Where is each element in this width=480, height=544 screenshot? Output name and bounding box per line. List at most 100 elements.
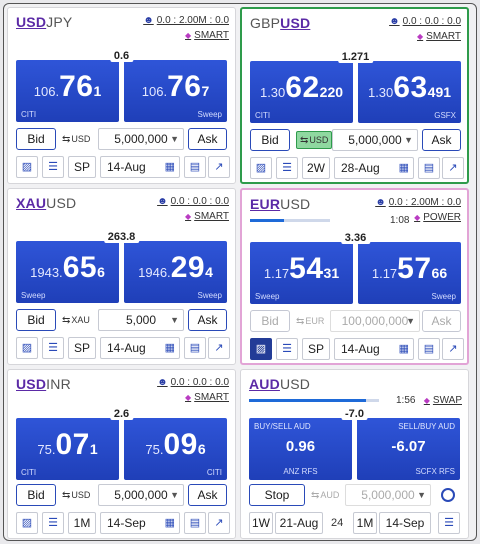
currency-pair[interactable]: XAUUSD bbox=[16, 195, 76, 211]
tenor-select[interactable]: SP bbox=[302, 338, 330, 360]
calendar-icon[interactable]: ▦ bbox=[399, 158, 409, 178]
venue-link[interactable]: ◆ SMART bbox=[185, 392, 229, 403]
tenor-select[interactable]: SP bbox=[68, 337, 96, 359]
popout-icon[interactable]: ↗ bbox=[208, 512, 230, 534]
radio-circle-icon[interactable] bbox=[441, 488, 455, 502]
near-tenor-select[interactable]: 1W bbox=[249, 512, 273, 534]
calendar-icon[interactable]: ▦ bbox=[165, 338, 175, 358]
tenor-select[interactable]: SP bbox=[68, 156, 96, 178]
bid-button[interactable]: Bid bbox=[16, 309, 56, 331]
popout-icon[interactable]: ↗ bbox=[442, 338, 464, 360]
popout-icon[interactable]: ↗ bbox=[208, 156, 230, 178]
ticket-icon[interactable]: ▨ bbox=[16, 337, 38, 359]
base-currency[interactable]: XAU bbox=[16, 195, 46, 211]
ask-button[interactable]: Ask bbox=[188, 128, 227, 150]
document-icon[interactable]: ▤ bbox=[184, 512, 206, 534]
currency-pair[interactable]: EURUSD bbox=[250, 196, 310, 212]
value-date-field[interactable]: 14-Sep ▦ bbox=[100, 512, 180, 534]
currency-toggle[interactable]: ⇆AUD bbox=[311, 484, 339, 506]
liquidity-qty[interactable]: ☻ 0.0 : 2.00M : 0.0 bbox=[143, 15, 229, 26]
document-icon[interactable]: ▤ bbox=[418, 338, 440, 360]
value-date-field[interactable]: 14-Aug ▦ bbox=[100, 156, 180, 178]
base-currency[interactable]: AUD bbox=[249, 376, 280, 392]
bid-price-side[interactable]: 75.071 CITI bbox=[16, 418, 119, 480]
ticket-icon[interactable]: ▨ bbox=[250, 338, 272, 360]
currency-pair[interactable]: AUDUSD bbox=[249, 376, 310, 392]
ask-price-side[interactable]: 1.175766 Sweep bbox=[358, 242, 461, 304]
popout-icon[interactable]: ↗ bbox=[442, 157, 464, 179]
ladder-icon[interactable]: ☰ bbox=[438, 512, 460, 534]
venue-link[interactable]: ◆ SMART bbox=[185, 30, 229, 41]
currency-toggle[interactable]: ⇆USD bbox=[296, 131, 333, 149]
near-date-field[interactable]: 21-Aug bbox=[275, 512, 323, 534]
base-currency[interactable]: USD bbox=[16, 376, 46, 392]
ask-price-side[interactable]: 75.096 CITI bbox=[124, 418, 227, 480]
venue-link[interactable]: ◆ SMART bbox=[185, 211, 229, 222]
amount-select[interactable]: 5,000 ▼ bbox=[98, 309, 184, 331]
currency-toggle[interactable]: ⇆USD bbox=[62, 484, 90, 506]
currency-toggle[interactable]: ⇆EUR bbox=[296, 310, 324, 332]
value-date-field[interactable]: 14-Aug ▦ bbox=[100, 337, 180, 359]
amount-select[interactable]: 100,000,000 ▼ bbox=[330, 310, 420, 332]
popout-icon[interactable]: ↗ bbox=[208, 337, 230, 359]
amount-select[interactable]: 5,000,000 ▼ bbox=[345, 484, 431, 506]
ladder-icon[interactable]: ☰ bbox=[276, 157, 298, 179]
ask-price-side[interactable]: 1946.294 Sweep bbox=[124, 241, 227, 303]
amount-select[interactable]: 5,000,000 ▼ bbox=[98, 128, 184, 150]
bid-button[interactable]: Bid bbox=[16, 128, 56, 150]
currency-toggle[interactable]: ⇆USD bbox=[62, 128, 90, 150]
ticket-icon[interactable]: ▨ bbox=[16, 156, 38, 178]
tenor-select[interactable]: 2W bbox=[302, 157, 330, 179]
bid-button[interactable]: Bid bbox=[250, 129, 290, 151]
liquidity-qty[interactable]: ☻ 0.0 : 0.0 : 0.0 bbox=[157, 196, 229, 207]
venue-link[interactable]: ◆ SWAP bbox=[424, 395, 462, 406]
currency-pair[interactable]: GBPUSD bbox=[250, 15, 310, 31]
bid-button[interactable]: Bid bbox=[250, 310, 290, 332]
bid-price-side[interactable]: 1.175431 Sweep bbox=[250, 242, 353, 304]
buy-sell-source: ANZ RFS bbox=[283, 467, 318, 476]
ask-button[interactable]: Ask bbox=[188, 309, 227, 331]
liquidity-qty[interactable]: ☻ 0.0 : 0.0 : 0.0 bbox=[389, 16, 461, 27]
tenor-select[interactable]: 1M bbox=[68, 512, 96, 534]
ladder-icon[interactable]: ☰ bbox=[42, 156, 64, 178]
venue-link[interactable]: ◆ POWER bbox=[414, 212, 461, 223]
liquidity-qty[interactable]: ☻ 0.0 : 2.00M : 0.0 bbox=[375, 197, 461, 208]
venue-link[interactable]: ◆ SMART bbox=[417, 31, 461, 42]
document-icon[interactable]: ▤ bbox=[418, 157, 440, 179]
quote-currency[interactable]: USD bbox=[280, 15, 310, 31]
value-date-field[interactable]: 28-Aug ▦ bbox=[334, 157, 414, 179]
currency-pair[interactable]: USDINR bbox=[16, 376, 71, 392]
amount-select[interactable]: 5,000,000 ▼ bbox=[332, 129, 418, 151]
document-icon[interactable]: ▤ bbox=[184, 337, 206, 359]
bid-price-side[interactable]: 1.3062220 CITI bbox=[250, 61, 353, 123]
far-tenor-select[interactable]: 1M bbox=[353, 512, 377, 534]
ask-button[interactable]: Ask bbox=[188, 484, 227, 506]
liquidity-qty[interactable]: ☻ 0.0 : 0.0 : 0.0 bbox=[157, 377, 229, 388]
bid-price-side[interactable]: 1943.656 Sweep bbox=[16, 241, 119, 303]
ticket-icon[interactable]: ▨ bbox=[16, 512, 38, 534]
ask-button[interactable]: Ask bbox=[422, 129, 461, 151]
ask-button[interactable]: Ask bbox=[422, 310, 461, 332]
stop-button[interactable]: Stop bbox=[249, 484, 305, 506]
calendar-icon[interactable]: ▦ bbox=[399, 339, 409, 359]
buy-sell-side[interactable]: BUY/SELL AUD 0.96 ANZ RFS bbox=[249, 418, 352, 480]
sell-buy-side[interactable]: SELL/BUY AUD -6.07 SCFX RFS bbox=[357, 418, 460, 480]
ask-price-side[interactable]: 106.767 Sweep bbox=[124, 60, 227, 122]
bid-price-side[interactable]: 106.761 CITI bbox=[16, 60, 119, 122]
base-currency[interactable]: EUR bbox=[250, 196, 280, 212]
document-icon[interactable]: ▤ bbox=[184, 156, 206, 178]
ticket-icon[interactable]: ▨ bbox=[250, 157, 272, 179]
ladder-icon[interactable]: ☰ bbox=[276, 338, 298, 360]
currency-toggle[interactable]: ⇆XAU bbox=[62, 309, 90, 331]
bid-button[interactable]: Bid bbox=[16, 484, 56, 506]
ask-price-side[interactable]: 1.3063491 GSFX bbox=[358, 61, 461, 123]
ladder-icon[interactable]: ☰ bbox=[42, 512, 64, 534]
far-date-field[interactable]: 14-Sep bbox=[379, 512, 431, 534]
currency-pair[interactable]: USDJPY bbox=[16, 14, 72, 30]
calendar-icon[interactable]: ▦ bbox=[165, 157, 175, 177]
amount-select[interactable]: 5,000,000 ▼ bbox=[98, 484, 184, 506]
ladder-icon[interactable]: ☰ bbox=[42, 337, 64, 359]
value-date-field[interactable]: 14-Aug ▦ bbox=[334, 338, 414, 360]
calendar-icon[interactable]: ▦ bbox=[165, 513, 175, 533]
base-currency[interactable]: USD bbox=[16, 14, 46, 30]
